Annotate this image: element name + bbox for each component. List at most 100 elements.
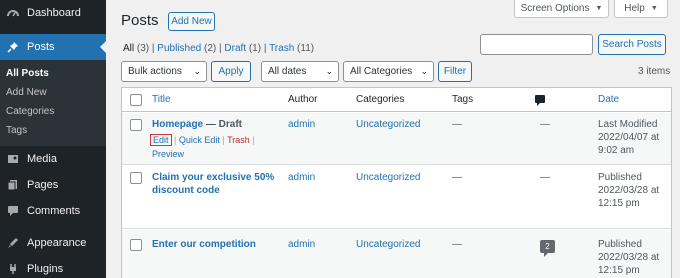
date-value: 2022/03/28 at [598,185,660,196]
date-cell: Published 2022/03/28 at 12:15 pm [598,171,659,210]
select-all-checkbox[interactable] [130,94,142,106]
author-link[interactable]: admin [288,171,315,184]
plugins-icon [6,262,20,276]
table-row: Enter our competition admin Uncategorize… [122,230,671,278]
preview-link[interactable]: Preview [152,149,184,159]
column-title[interactable]: Title [152,94,171,105]
date-cell: Published 2022/03/28 at 12:15 pm [598,238,659,277]
filter-button[interactable]: Filter [438,61,472,82]
column-categories: Categories [356,94,405,105]
time-value: 12:15 pm [598,265,640,276]
submenu-categories[interactable]: Categories [0,102,106,121]
view-published[interactable]: Published (2) [157,43,216,54]
search-input[interactable] [480,34,593,55]
comments-icon [6,204,20,218]
date-value: 2022/04/07 at [598,132,660,143]
sidebar-item-label: Pages [27,179,59,191]
caret-down-icon: ▼ [595,5,603,12]
categories-select[interactable]: All Categories ⌄ [343,61,434,82]
table-row: Homepage — Draft Edit | Quick Edit | Tra… [122,113,671,165]
appearance-icon [6,236,20,250]
row-checkbox[interactable] [130,119,142,131]
pin-icon [6,40,20,54]
screen-options-button[interactable]: Screen Options ▼ [514,0,609,18]
bulk-actions-value: Bulk actions [128,66,182,77]
quick-edit-link[interactable]: Quick Edit [179,135,220,145]
apply-button[interactable]: Apply [211,61,251,82]
comment-count-bubble[interactable]: 2 [540,240,555,257]
dates-select[interactable]: All dates ⌄ [261,61,339,82]
row-actions-line2: Preview [152,148,184,160]
categories-value: All Categories [350,66,413,77]
comments-column-icon[interactable] [535,95,545,106]
dates-value: All dates [268,66,307,77]
sidebar-item-media[interactable]: Media [0,146,106,172]
post-title-cell: Homepage — Draft [152,118,242,131]
search-posts-button[interactable]: Search Posts [598,34,666,55]
row-checkbox[interactable] [130,239,142,251]
media-icon [6,152,20,166]
column-author: Author [288,94,318,105]
tags-value: — [452,119,462,130]
post-title-link[interactable]: Claim your exclusive 50% [152,171,274,184]
trash-link[interactable]: Trash [227,135,250,145]
author-link[interactable]: admin [288,238,315,251]
row-actions: Edit | Quick Edit | Trash | [150,134,255,146]
submenu-add-new[interactable]: Add New [0,83,106,102]
post-title-link[interactable]: Homepage [152,119,203,130]
author-link[interactable]: admin [288,118,315,131]
table-row: Claim your exclusive 50% discount code a… [122,166,671,229]
sidebar-item-label: Plugins [27,263,64,275]
help-button[interactable]: Help ▼ [614,0,668,18]
sidebar-item-appearance[interactable]: Appearance [0,230,106,256]
sidebar-item-dashboard[interactable]: Dashboard [0,0,106,26]
date-status: Last Modified [598,119,658,130]
column-date[interactable]: Date [598,94,619,105]
table-header: Title Author Categories Tags Date [122,88,671,112]
posts-table: Title Author Categories Tags Date Homepa… [121,87,672,278]
screen-options-label: Screen Options [520,3,590,14]
submenu-all-posts[interactable]: All Posts [0,64,106,83]
sidebar-item-label: Dashboard [27,7,81,19]
separator: | [222,135,225,145]
post-title-cell: Claim your exclusive 50% discount code [152,171,274,197]
tags-value: — [452,172,462,183]
view-all[interactable]: All (3) [123,43,149,54]
items-count: 3 items [638,66,671,77]
pages-icon [6,178,20,192]
view-draft[interactable]: Draft (1) [224,43,261,54]
dashboard-icon [6,6,20,20]
post-title-cell: Enter our competition [152,238,256,251]
separator: | [174,135,177,145]
sidebar-item-plugins[interactable]: Plugins [0,256,106,278]
date-status: Published [598,172,642,183]
comments-value: — [540,119,550,130]
sidebar-item-pages[interactable]: Pages [0,172,106,198]
comments-value: — [540,172,550,183]
date-cell: Last Modified 2022/04/07 at 9:02 am [598,118,659,157]
edit-link[interactable]: Edit [150,134,172,146]
sidebar-item-comments[interactable]: Comments [0,198,106,224]
row-checkbox[interactable] [130,172,142,184]
main-content: Screen Options ▼ Help ▼ Posts Add New Al… [106,0,680,278]
category-link[interactable]: Uncategorized [356,171,420,184]
submenu-tags[interactable]: Tags [0,121,106,140]
bulk-actions-select[interactable]: Bulk actions ⌄ [121,61,207,82]
chevron-down-icon: ⌄ [193,66,201,76]
date-status: Published [598,239,642,250]
add-new-button[interactable]: Add New [168,12,215,31]
category-link[interactable]: Uncategorized [356,118,420,131]
time-value: 12:15 pm [598,198,640,209]
sidebar-item-label: Comments [27,205,81,217]
time-value: 9:02 am [598,145,635,156]
view-trash[interactable]: Trash (11) [269,43,314,54]
post-title-link-line2[interactable]: discount code [152,184,274,197]
post-state: — Draft [203,119,243,130]
sidebar-item-label: Appearance [27,237,87,249]
sidebar-item-label: Media [27,153,57,165]
post-title-link[interactable]: Enter our competition [152,239,256,250]
tags-value: — [452,239,462,250]
chevron-down-icon: ⌄ [420,66,428,76]
category-link[interactable]: Uncategorized [356,238,420,251]
sidebar-item-posts[interactable]: Posts [0,34,106,60]
